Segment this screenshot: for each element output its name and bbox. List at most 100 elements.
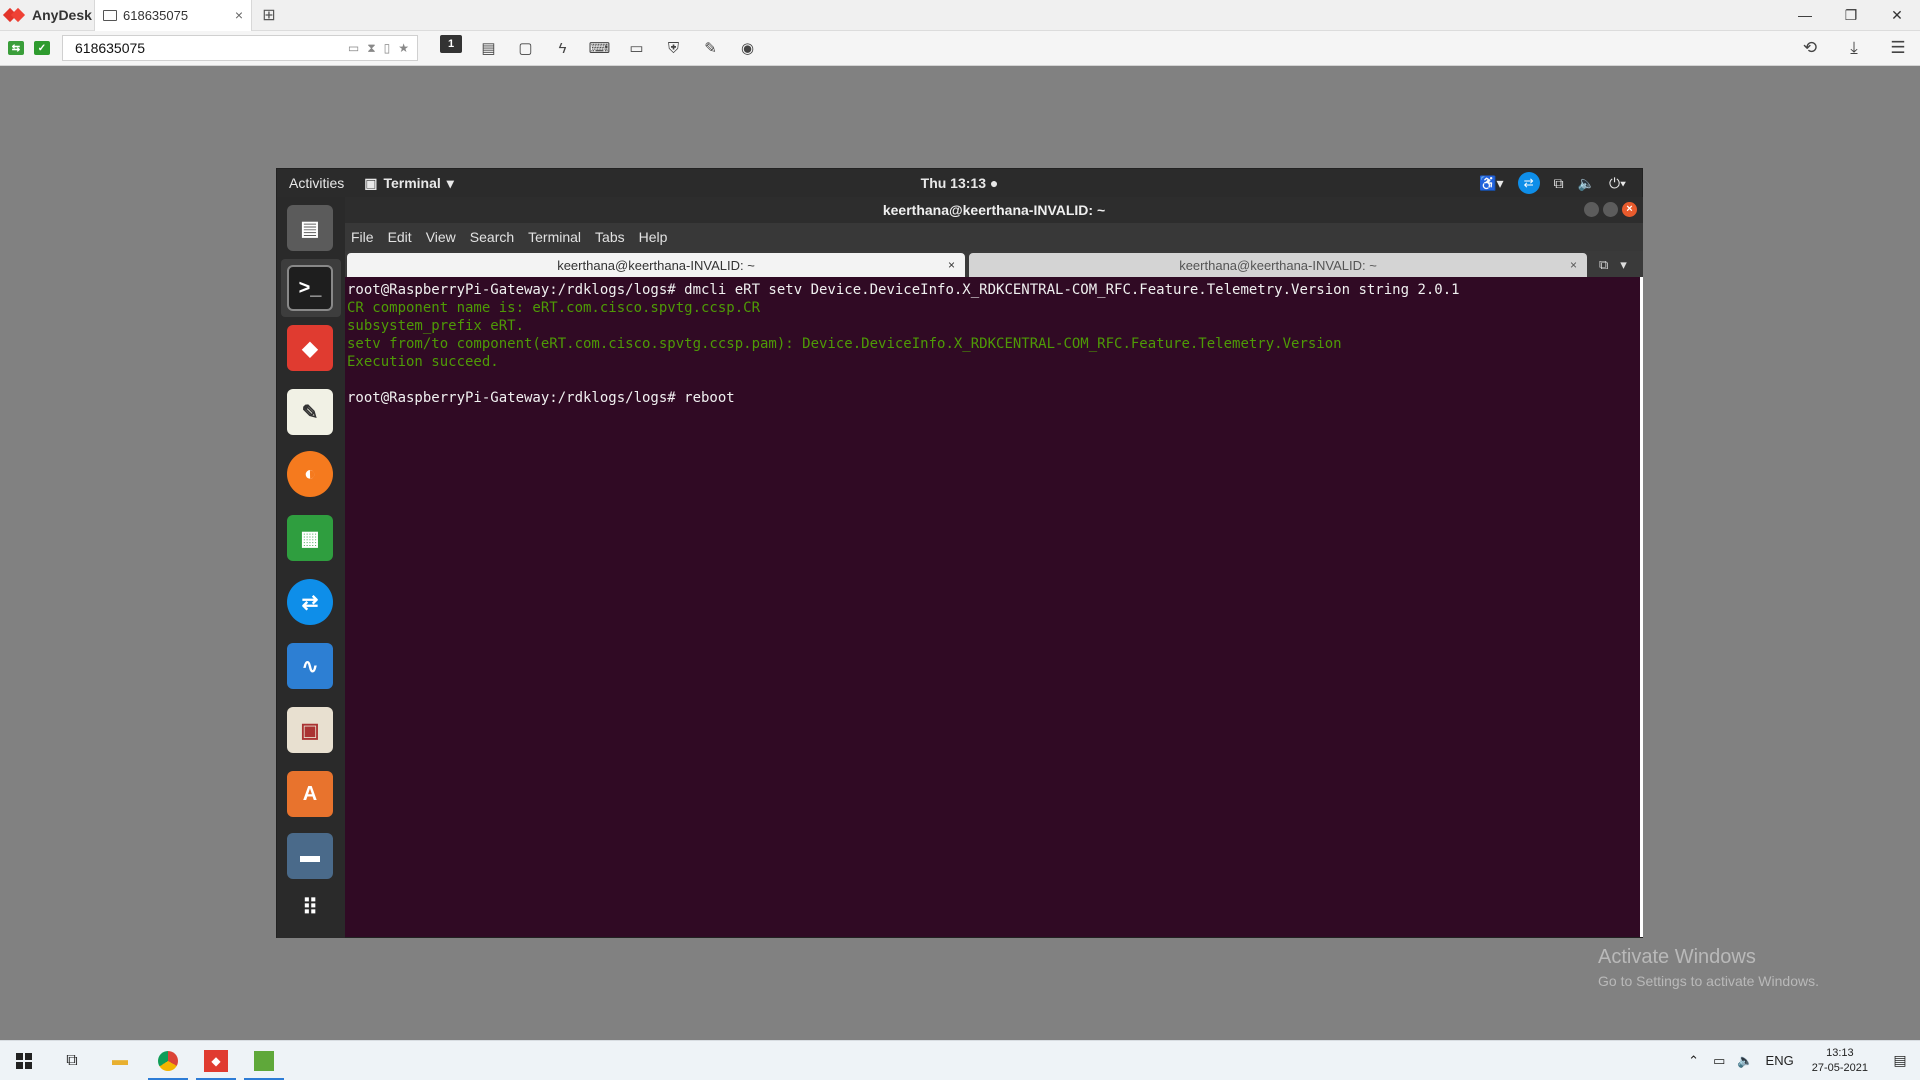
menu-view[interactable]: View [426,229,456,245]
window-controls: — ❐ ✕ [1782,0,1920,31]
display-settings-icon[interactable]: ▭ [618,35,655,61]
terminal-scrollbar[interactable] [1640,277,1643,937]
presentation-icon[interactable]: ▣ [287,707,333,753]
file-explorer-icon[interactable]: ▬ [96,1041,144,1080]
firefox-icon[interactable]: ◐ [287,451,333,497]
files-icon[interactable]: ▤ [287,205,333,251]
restore-button[interactable]: ❐ [1828,0,1874,31]
favorite-star-icon[interactable]: ★ [398,41,409,56]
accessibility-icon[interactable]: ♿▾ [1479,175,1503,192]
anydesk-logo: AnyDesk [0,0,94,31]
clock-label: Thu 13:13 [920,175,986,191]
terminal-tab-2[interactable]: keerthana@keerthana-INVALID: ~ × [969,253,1587,277]
clock[interactable]: Thu 13:13 ● [921,175,999,191]
watermark-subtitle: Go to Settings to activate Windows. [1598,973,1819,989]
taskbar-clock[interactable]: 13:13 27-05-2021 [1800,1046,1880,1076]
menu-help[interactable]: Help [639,229,668,245]
menu-tabs[interactable]: Tabs [595,229,625,245]
anydesk-taskbar-icon[interactable]: ◆ [192,1041,240,1080]
actions-lightning-icon[interactable]: ϟ [544,35,581,61]
terminal-maximize-button[interactable] [1603,202,1618,217]
whiteboard-pen-icon[interactable]: ✎ [692,35,729,61]
anydesk-icon[interactable]: ◆ [287,325,333,371]
address-icons: ▭ ⧗ ▯ ★ [348,41,417,56]
notepad-taskbar-icon[interactable] [240,1041,288,1080]
verified-shield-icon[interactable]: ✓ [34,41,50,55]
speaker-icon[interactable]: 🔈 [1731,1053,1759,1069]
main-menu-icon[interactable]: ☰ [1876,38,1920,58]
menu-edit[interactable]: Edit [388,229,412,245]
language-indicator[interactable]: ENG [1760,1053,1800,1068]
keyboard-icon[interactable]: ⌨ [581,35,618,61]
ubuntu-dock: ▤ >_ ◆ ✎ ◐ ▦ ⇄ ∿ ▣ A ▬ ⠿ [277,197,345,938]
minimize-button[interactable]: — [1782,0,1828,31]
close-tab-icon[interactable]: × [948,258,955,272]
terminal-tab-1[interactable]: keerthana@keerthana-INVALID: ~ × [347,253,965,277]
terminal-icon[interactable]: >_ [287,265,333,311]
remote-desktop[interactable]: Activities ▣ Terminal ▾ Thu 13:13 ● ♿▾ ⇄… [276,168,1643,938]
volume-icon[interactable]: 🔈 [1578,175,1595,192]
new-terminal-tab-icon[interactable]: ⧉ [1599,257,1608,273]
menu-file[interactable]: File [351,229,374,245]
show-hidden-icons-icon[interactable]: ⌃ [1680,1053,1707,1069]
terminal-menubar: File Edit View Search Terminal Tabs Help [345,223,1643,251]
terminal-window-buttons: × [1584,202,1637,217]
connection-status-icon[interactable]: ⇆ [8,41,24,55]
hourglass-icon[interactable]: ⧗ [367,41,375,56]
network-icon[interactable]: ⧉ [1554,175,1564,192]
text-editor-icon[interactable]: ✎ [287,389,333,435]
chevron-down-icon: ▾ [446,174,454,191]
windows-taskbar: ⧉ ▬ ◆ ⌃ ▭ 🔈 ENG 13:13 27-05-2021 ▤ [0,1040,1920,1080]
address-field[interactable]: 618635075 ▭ ⧗ ▯ ★ [62,35,418,61]
session-tab[interactable]: 618635075 × [94,0,252,31]
show-applications-icon[interactable]: ⠿ [287,885,333,931]
record-session-icon[interactable]: ◉ [729,35,766,61]
notepad-icon [254,1050,274,1071]
file-transfer-icon[interactable]: ▤ [470,35,507,61]
terminal-window[interactable]: keerthana@keerthana-INVALID: ~ × File Ed… [345,197,1643,938]
menu-terminal[interactable]: Terminal [528,229,581,245]
spreadsheet-icon[interactable]: ▦ [287,515,333,561]
tabs-dropdown-icon[interactable]: ▾ [1620,257,1627,273]
history-icon[interactable]: ⟲ [1788,38,1832,58]
session-tab-label: 618635075 [123,7,189,23]
download-icon[interactable]: ⤓ [1832,38,1876,58]
close-tab-icon[interactable]: × [1570,258,1577,272]
terminal-minimize-button[interactable] [1584,202,1599,217]
app-menu[interactable]: ▣ Terminal ▾ [364,175,454,192]
chrome-icon[interactable] [144,1041,192,1080]
terminal-output[interactable]: root@RaspberryPi-Gateway:/rdklogs/logs# … [345,277,1643,914]
permissions-shield-icon[interactable]: ⛨ [655,35,692,61]
teamviewer-tray-icon[interactable]: ⇄ [1517,172,1540,194]
terminal-titlebar: keerthana@keerthana-INVALID: ~ × [345,197,1643,223]
terminal-line: CR component name is: eRT.com.cisco.spvt… [347,300,761,316]
close-window-button[interactable]: ✕ [1874,0,1920,31]
system-monitor-icon[interactable]: ∿ [287,643,333,689]
menu-search[interactable]: Search [470,229,514,245]
new-tab-button[interactable]: ⊞ [252,0,286,31]
clipboard-icon[interactable]: ▯ [384,41,391,56]
action-center-icon[interactable]: ▤ [1880,1052,1920,1069]
teamviewer-icon[interactable]: ⇄ [287,579,333,625]
monitor-icon [103,9,117,21]
activate-windows-watermark: Activate Windows Go to Settings to activ… [1598,946,1819,989]
software-center-icon[interactable]: A [287,771,333,817]
task-view-icon[interactable]: ⧉ [48,1041,96,1080]
chat-bubble-icon[interactable]: ▢ [507,35,544,61]
session-tools: 1 ▤ ▢ ϟ ⌨ ▭ ⛨ ✎ ◉ [432,35,766,61]
battery-icon[interactable]: ▭ [1707,1053,1731,1069]
terminal-line: root@RaspberryPi-Gateway:/rdklogs/logs# … [347,390,735,406]
connection-status: ⇆ ✓ [0,41,50,55]
terminal-tab-label: keerthana@keerthana-INVALID: ~ [1179,257,1377,273]
taskbar-tray: ⌃ ▭ 🔈 ENG 13:13 27-05-2021 ▤ [1680,1041,1920,1080]
activities-button[interactable]: Activities [277,175,356,191]
display-select-button[interactable]: 1 [440,35,462,53]
disk-icon[interactable]: ▬ [287,833,333,879]
anydesk-titlebar: AnyDesk 618635075 × ⊞ — ❐ ✕ [0,0,1920,31]
start-button[interactable] [0,1041,48,1080]
close-tab-icon[interactable]: × [235,7,243,23]
terminal-tab-label: keerthana@keerthana-INVALID: ~ [557,257,755,273]
terminal-close-button[interactable]: × [1622,202,1637,217]
chat-icon[interactable]: ▭ [348,41,359,56]
power-menu-icon[interactable]: ⏻▾ [1609,175,1626,192]
